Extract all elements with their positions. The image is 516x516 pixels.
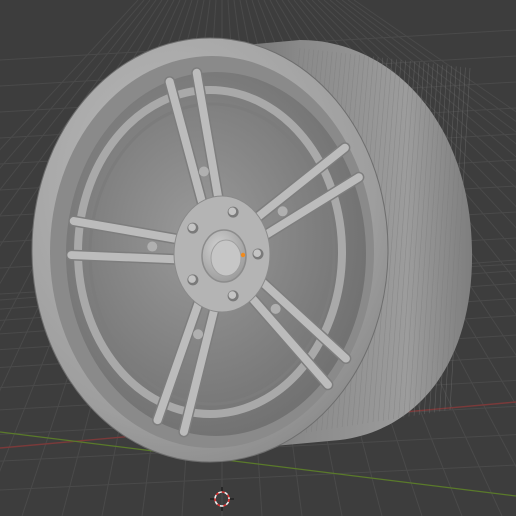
spoke-web xyxy=(277,206,288,217)
spoke-web xyxy=(147,241,158,252)
lug-nut-face xyxy=(228,291,237,299)
lug-nut-face xyxy=(228,207,237,216)
spoke-web xyxy=(198,166,209,177)
spoke-web xyxy=(270,303,281,314)
object-origin-point[interactable] xyxy=(240,252,246,258)
spoke-arm xyxy=(67,251,186,264)
lug-nut-face xyxy=(253,249,261,257)
lug-nut-face xyxy=(188,223,196,232)
center-cap-inner xyxy=(210,239,242,277)
lug-nut-face xyxy=(188,275,196,283)
spoke-web xyxy=(193,329,204,340)
3d-viewport[interactable] xyxy=(0,0,516,516)
viewport-scene[interactable] xyxy=(0,0,516,516)
wheel-rim-model[interactable] xyxy=(31,37,473,463)
